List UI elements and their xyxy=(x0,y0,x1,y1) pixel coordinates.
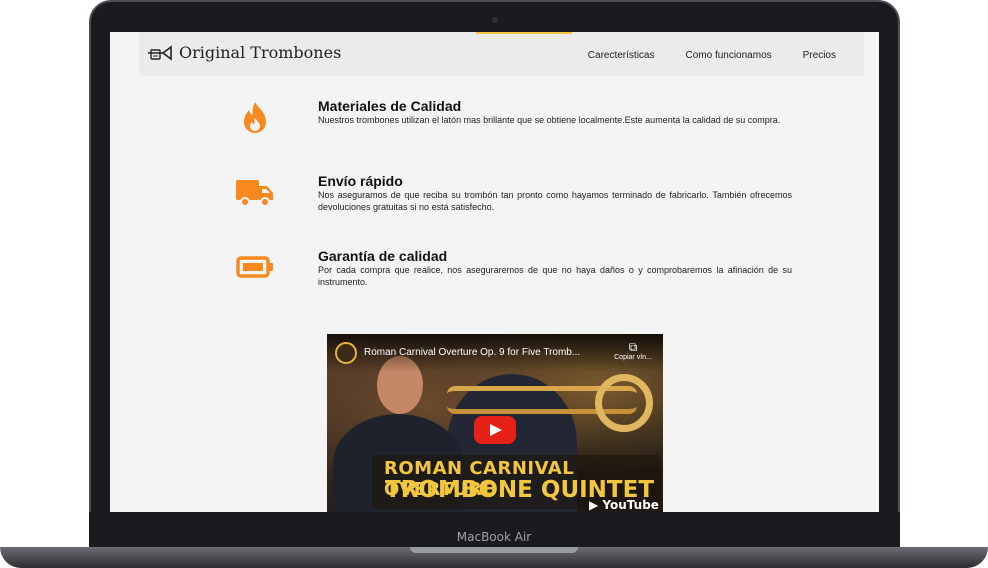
feature-title: Envío rápido xyxy=(318,173,403,189)
copy-link-label: Copiar vín... xyxy=(614,354,652,361)
flame-icon xyxy=(244,102,266,133)
thumbnail-trombone-bell xyxy=(595,374,653,432)
nav-menu: Carecterísticas Como funcionamos Precios xyxy=(588,50,836,61)
copy-icon: ⧉ xyxy=(628,340,638,354)
feature-description: Nuestros trombones utilizan el latón mas… xyxy=(318,115,781,125)
navbar: Original Trombones Carecterísticas Como … xyxy=(139,32,864,76)
nav-link-caracteristicas[interactable]: Carecterísticas xyxy=(588,50,655,61)
youtube-logo[interactable]: ▶ YouTube xyxy=(589,498,659,512)
feature-fast-shipping: Envío rápido Nos aseguramos de que recib… xyxy=(110,173,879,233)
youtube-label: YouTube xyxy=(602,498,659,512)
trombone-logo-icon xyxy=(148,44,172,61)
nav-link-como-funcionamos[interactable]: Como funcionamos xyxy=(685,50,771,61)
device-label: MacBook Air xyxy=(456,530,532,544)
feature-quality-materials: Materiales de Calidad Nuestros trombones… xyxy=(110,98,879,158)
truck-icon xyxy=(236,180,273,207)
feature-description: Nos aseguramos de que reciba su trombón … xyxy=(318,190,792,212)
feature-quality-guarantee: Garantía de calidad Por cada compra que … xyxy=(110,248,879,308)
channel-avatar[interactable] xyxy=(335,342,357,364)
feature-title: Materiales de Calidad xyxy=(318,98,462,114)
battery-icon xyxy=(236,256,273,278)
feature-title: Garantía de calidad xyxy=(318,248,448,264)
play-button[interactable] xyxy=(474,416,516,444)
feature-description: Por cada compra que realice, nos asegura… xyxy=(318,265,792,287)
video-title[interactable]: Roman Carnival Overture Op. 9 for Five T… xyxy=(364,347,604,358)
brand-name: Original Trombones xyxy=(179,43,342,62)
youtube-embed[interactable]: Roman Carnival Overture Op. 9 for Five T… xyxy=(327,334,663,512)
browser-viewport: Original Trombones Carecterísticas Como … xyxy=(110,32,879,512)
camera-icon xyxy=(492,17,498,23)
nav-link-precios[interactable]: Precios xyxy=(803,50,836,61)
navbar-accent-bar xyxy=(476,32,572,34)
brand-logo[interactable]: Original Trombones xyxy=(147,43,341,62)
laptop-notch xyxy=(410,547,578,553)
copy-link-button[interactable]: ⧉ Copiar vín... xyxy=(611,340,655,361)
